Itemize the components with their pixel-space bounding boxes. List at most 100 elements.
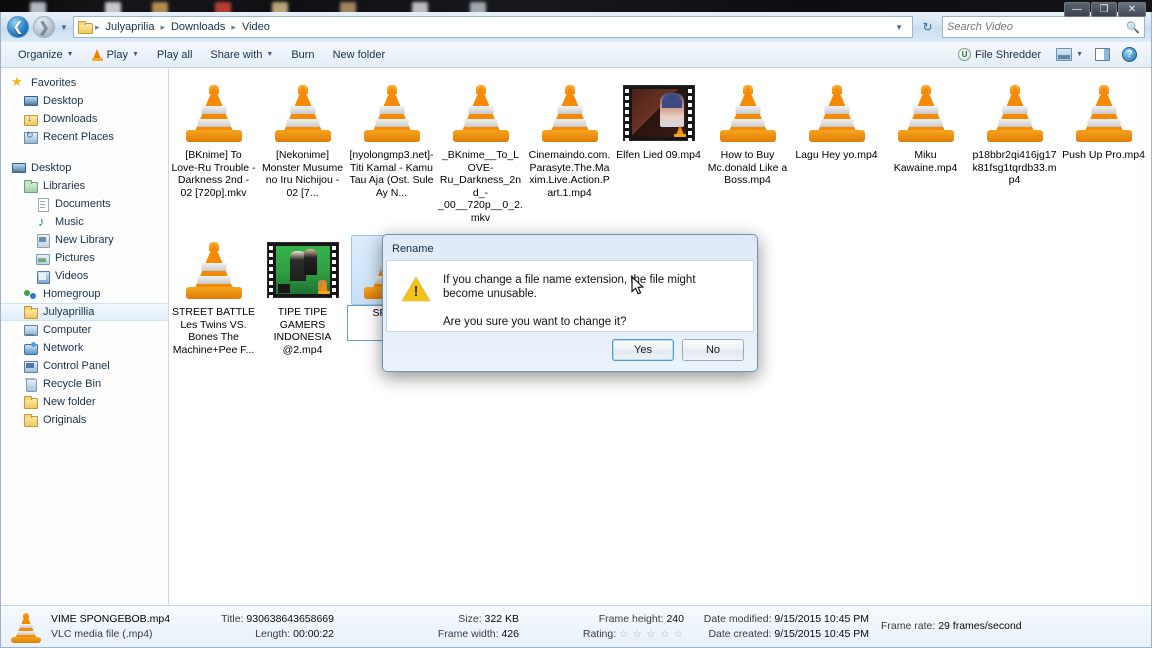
change-view-button[interactable]: ▼ [1052,45,1087,64]
file-icon[interactable] [272,78,334,148]
sidebar-item-new-folder[interactable]: New folder [1,393,168,411]
breadcrumb-item-video[interactable]: Video [239,20,273,34]
details-title-key: Title: [221,612,244,625]
file-icon[interactable] [717,78,779,148]
sidebar-item-videos[interactable]: Videos [1,267,168,285]
sidebar-item-control-panel[interactable]: Control Panel [1,357,168,375]
navigation-pane[interactable]: Favorites Desktop Downloads Recent Places De… [1,68,169,605]
rating-stars-icon[interactable]: ☆ ☆ ☆ ☆ ☆ [619,629,684,640]
play-label: Play [106,48,128,61]
sidebar-item-music[interactable]: Music [1,213,168,231]
close-button[interactable]: ✕ [1118,2,1146,17]
sidebar-item-computer[interactable]: Computer [1,321,168,339]
details-framerate-value: 29 frames/second [938,620,1022,632]
command-bar-right: U File Shredder ▼ ? [949,44,1143,65]
breadcrumb-item-user[interactable]: Julyaprilia [103,20,158,34]
yes-button[interactable]: Yes [612,339,674,361]
play-button[interactable]: Play ▼ [83,45,148,64]
file-icon[interactable] [183,235,245,305]
file-item[interactable]: How to Buy Mc.donald Like a Boss.mp4 [703,76,792,188]
new-folder-button[interactable]: New folder [324,46,395,64]
file-icon[interactable] [450,78,512,148]
computer-icon [23,323,38,337]
details-framerate-column: Frame rate: 29 frames/second [869,620,1059,633]
preview-pane-button[interactable] [1089,45,1116,64]
file-icon[interactable] [1073,78,1135,148]
file-item[interactable]: Push Up Pro.mp4 [1059,76,1148,163]
sidebar-item-recycle-bin[interactable]: Recycle Bin [1,375,168,393]
sidebar-item-homegroup[interactable]: Homegroup [1,285,168,303]
details-frameheight-value: 240 [666,612,684,625]
file-item[interactable]: STREET BATTLE Les Twins VS. Bones The Ma… [169,233,258,357]
file-item[interactable]: TIPE TIPE GAMERS INDONESIA @2.mp4 [258,233,347,357]
details-framewidth-key: Frame width: [437,627,499,640]
organize-button[interactable]: Organize ▼ [9,46,83,64]
rename-dialog[interactable]: Rename If you change a file name extensi… [382,234,758,372]
search-box[interactable]: 🔍 [942,16,1145,38]
forward-arrow-icon[interactable]: ❯ [33,16,55,38]
file-icon[interactable] [539,78,601,148]
file-item[interactable]: [nyolongmp3.net]-Titi Kamal - Kamu Tau A… [347,76,436,200]
address-bar: ❮ ❯ ▼ ▸ Julyaprilia ▸ Downloads ▸ Video … [1,12,1151,42]
file-shredder-button[interactable]: U File Shredder [949,45,1050,64]
sidebar-item-originals[interactable]: Originals [1,411,168,429]
file-item[interactable]: [BKnime] To Love-Ru Trouble - Darkness 2… [169,76,258,200]
videos-icon [35,269,50,284]
file-item[interactable]: Elfen Lied 09.mp4 [614,76,703,163]
sidebar-item-desktop[interactable]: Desktop [1,159,168,177]
preview-pane-icon [1095,48,1110,61]
vlc-cone-icon [91,48,103,61]
sidebar-item-documents[interactable]: Documents [1,195,168,213]
homegroup-icon [23,287,38,301]
burn-button[interactable]: Burn [282,46,323,64]
sidebar-item-pictures[interactable]: Pictures [1,249,168,267]
sidebar-item-desktop[interactable]: Desktop [1,92,168,110]
back-arrow-icon[interactable]: ❮ [7,16,29,38]
chevron-down-icon[interactable]: ▼ [890,23,908,32]
window-controls[interactable]: — ❐ ✕ [1064,2,1146,17]
sidebar-item-label: Documents [55,198,111,210]
sidebar-item-downloads[interactable]: Downloads [1,110,168,128]
details-frameheight-column: Frame height: 240 Rating: ☆ ☆ ☆ ☆ ☆ [519,613,684,641]
sidebar-item-favorites[interactable]: Favorites [1,74,168,92]
file-item[interactable]: Miku Kawaine.mp4 [881,76,970,175]
file-icon[interactable] [984,78,1046,148]
sidebar-item-recent-places[interactable]: Recent Places [1,128,168,146]
sidebar-item-new-library[interactable]: New Library [1,231,168,249]
file-item[interactable]: Lagu Hey yo.mp4 [792,76,881,163]
sidebar-item-julyaprillia[interactable]: Julyaprillia [1,303,168,321]
file-item[interactable]: [Nekonime] Monster Musume no Iru Nichijo… [258,76,347,200]
share-with-button[interactable]: Share with ▼ [201,46,282,64]
file-icon[interactable] [266,235,339,305]
vlc-cone-icon [1073,82,1135,144]
no-button[interactable]: No [682,339,744,361]
sidebar-item-network[interactable]: Network [1,339,168,357]
new-library-icon [35,233,50,248]
file-icon[interactable] [183,78,245,148]
file-item[interactable]: p18bbr2qi416jg17k81fsg1tqrdb33.mp4 [970,76,1059,188]
file-label: TIPE TIPE GAMERS INDONESIA @2.mp4 [273,306,332,356]
breadcrumb-item-downloads[interactable]: Downloads [168,20,228,34]
file-icon[interactable] [895,78,957,148]
file-icon[interactable] [622,78,695,148]
sidebar-item-label: Originals [43,414,87,426]
breadcrumb[interactable]: ▸ Julyaprilia ▸ Downloads ▸ Video ▼ [73,16,913,38]
sidebar-item-libraries[interactable]: Libraries [1,177,168,195]
search-input[interactable] [947,21,1127,33]
help-button[interactable]: ? [1118,44,1141,65]
file-icon[interactable] [806,78,868,148]
vlc-cone-icon [183,82,245,144]
video-thumbnail [266,242,339,299]
play-all-button[interactable]: Play all [148,46,201,64]
file-icon[interactable] [361,78,423,148]
minimize-button[interactable]: — [1064,2,1090,17]
history-dropdown-icon[interactable]: ▼ [59,23,69,32]
library-icon [23,179,38,193]
search-icon[interactable]: 🔍 [1126,21,1140,34]
file-item[interactable]: Cinemaindo.com.Parasyte.The.Maxim.Live.A… [525,76,614,200]
pictures-icon [35,251,50,265]
file-item[interactable]: _BKnime__To_LOVE-Ru_Darkness_2nd_-_00__7… [436,76,525,225]
maximize-button[interactable]: ❐ [1091,2,1117,17]
refresh-icon[interactable]: ↻ [917,17,938,38]
